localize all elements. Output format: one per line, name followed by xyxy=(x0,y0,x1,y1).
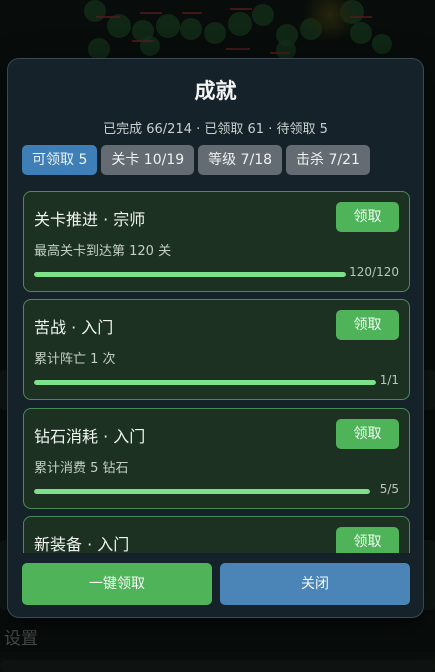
claim-button[interactable]: 领取 xyxy=(336,419,399,449)
progress-text: 120/120 xyxy=(349,265,399,279)
achievement-tabs: 可领取 5 关卡 10/19 等级 7/18 击杀 7/21 xyxy=(22,145,412,176)
achievement-card: 苦战 · 入门 领取 累计阵亡 1 次 1/1 xyxy=(23,299,410,400)
progress-bar xyxy=(34,380,376,385)
claim-button[interactable]: 领取 xyxy=(336,527,399,553)
tab-claimable[interactable]: 可领取 5 xyxy=(22,145,98,175)
achievements-modal: 成就 已完成 66/214 · 已领取 61 · 待领取 5 可领取 5 关卡 1… xyxy=(7,58,424,618)
achievement-title: 苦战 · 入门 xyxy=(34,318,114,337)
progress-fill xyxy=(34,489,370,494)
tab-level[interactable]: 等级 7/18 xyxy=(198,145,283,175)
progress-fill xyxy=(34,380,376,385)
achievement-list[interactable]: 关卡推进 · 宗师 领取 最高关卡到达第 120 关 120/120 苦战 · … xyxy=(22,191,412,553)
claim-button[interactable]: 领取 xyxy=(336,310,399,340)
achievement-title: 新装备 · 入门 xyxy=(34,535,130,553)
tab-stages[interactable]: 关卡 10/19 xyxy=(101,145,195,175)
progress-bar xyxy=(34,489,370,494)
achievement-description: 累计阵亡 1 次 xyxy=(34,352,116,367)
claim-button[interactable]: 领取 xyxy=(336,202,399,232)
tab-kills[interactable]: 击杀 7/21 xyxy=(286,145,370,175)
achievement-description: 累计消费 5 钻石 xyxy=(34,461,129,476)
progress-fill xyxy=(34,272,346,277)
achievement-card: 新装备 · 入门 领取 xyxy=(23,516,410,553)
achievement-title: 关卡推进 · 宗师 xyxy=(34,210,146,229)
achievement-summary: 已完成 66/214 · 已领取 61 · 待领取 5 xyxy=(103,122,328,137)
progress-text: 5/5 xyxy=(379,482,399,496)
close-button[interactable]: 关闭 xyxy=(220,563,410,605)
progress-text: 1/1 xyxy=(379,373,399,387)
achievement-card: 关卡推进 · 宗师 领取 最高关卡到达第 120 关 120/120 xyxy=(23,191,410,292)
modal-title: 成就 xyxy=(194,79,237,103)
achievement-card: 钻石消耗 · 入门 领取 累计消费 5 钻石 5/5 xyxy=(23,408,410,509)
claim-all-button[interactable]: 一键领取 xyxy=(22,563,212,605)
achievement-description: 最高关卡到达第 120 关 xyxy=(34,244,172,259)
progress-bar xyxy=(34,272,346,277)
achievement-title: 钻石消耗 · 入门 xyxy=(34,427,146,446)
